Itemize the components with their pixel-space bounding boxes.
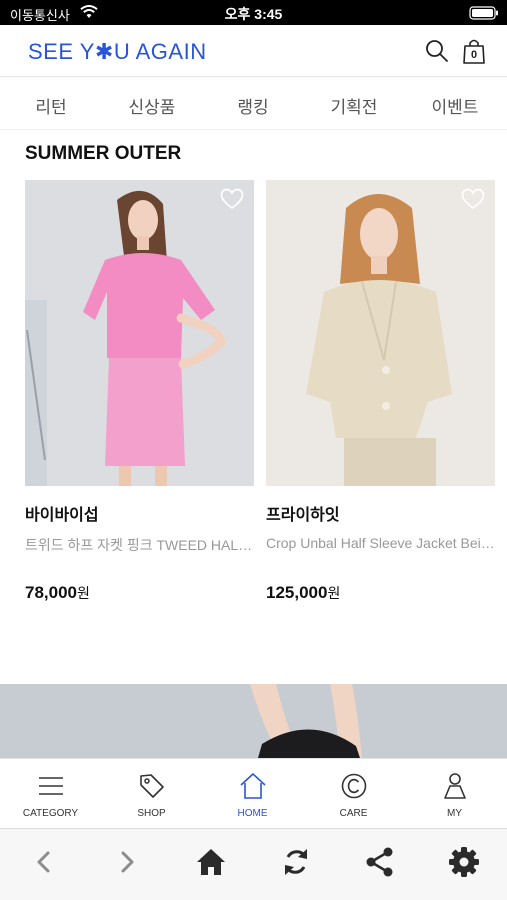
cart-count: 0 (470, 49, 478, 61)
bottom-tab-bar: CATEGORY SHOP HOME CARE MY (0, 758, 507, 828)
brand-logo[interactable]: SEE Y✱U AGAIN (28, 39, 207, 65)
menu-icon (37, 772, 65, 800)
share-icon[interactable] (363, 845, 397, 879)
tab-label: MY (447, 808, 462, 819)
tab-category[interactable]: CATEGORY (0, 759, 101, 829)
product-price: 125,000원 (266, 583, 340, 603)
back-arrow-icon[interactable] (27, 845, 61, 879)
tab-label: CATEGORY (22, 808, 79, 819)
settings-icon[interactable] (447, 845, 481, 879)
currency-label: 원 (327, 585, 341, 601)
promo-banner[interactable] (0, 684, 507, 758)
tab-my[interactable]: MY (404, 759, 505, 829)
battery-icon (469, 6, 499, 25)
copyright-icon (340, 772, 368, 800)
search-icon[interactable] (424, 38, 450, 64)
product-price: 78,000원 (25, 583, 90, 603)
product-brand: 프라이하잇 (266, 507, 340, 524)
tab-home[interactable]: HOME (202, 759, 303, 829)
tab-care[interactable]: CARE (303, 759, 404, 829)
product-image[interactable] (25, 180, 254, 486)
heart-icon[interactable] (461, 188, 485, 210)
browser-toolbar (0, 828, 507, 900)
price-value: 125,000 (266, 583, 328, 602)
product-card[interactable]: 바이바이섭 트위드 하프 자켓 핑크 TWEED HALF SLEEVE JAC… (25, 180, 254, 602)
product-name[interactable]: Crop Unbal Half Sleeve Jacket Beige (266, 535, 495, 551)
tab-label: CARE (339, 808, 368, 819)
nav-item-new[interactable]: 신상품 (112, 93, 192, 118)
home-icon[interactable] (194, 845, 228, 879)
tab-label: SHOP (137, 808, 166, 819)
clock: 오후 3:45 (224, 6, 283, 22)
tab-label: HOME (237, 808, 268, 819)
tag-icon (138, 772, 166, 800)
nav-item-event[interactable]: 이벤트 (415, 93, 495, 118)
product-card[interactable]: 프라이하잇 Crop Unbal Half Sleeve Jacket Beig… (266, 180, 495, 602)
nav-item-return[interactable]: 리턴 (11, 93, 91, 118)
currency-label: 원 (77, 585, 90, 601)
heart-icon[interactable] (220, 188, 244, 210)
nav-item-exhibition[interactable]: 기획전 (314, 93, 394, 118)
price-value: 78,000 (25, 583, 77, 602)
category-nav: 리턴 신상품 랭킹 기획전 이벤트 (0, 77, 507, 130)
product-brand: 바이바이섭 (25, 507, 99, 524)
nav-item-ranking[interactable]: 랭킹 (213, 93, 293, 118)
status-bar: 이동통신사 오후 3:45 (0, 0, 507, 25)
app-header: SEE Y✱U AGAIN 0 (0, 25, 507, 77)
shopping-bag-icon[interactable]: 0 (462, 38, 486, 64)
user-icon (441, 772, 469, 800)
forward-arrow-icon[interactable] (110, 845, 144, 879)
tab-shop[interactable]: SHOP (101, 759, 202, 829)
product-image[interactable] (266, 180, 495, 486)
section-title: SUMMER OUTER (25, 143, 182, 164)
refresh-icon[interactable] (279, 845, 313, 879)
product-name[interactable]: 트위드 하프 자켓 핑크 TWEED HALF SLEEVE JACKET (25, 535, 254, 555)
home-icon (239, 772, 267, 800)
